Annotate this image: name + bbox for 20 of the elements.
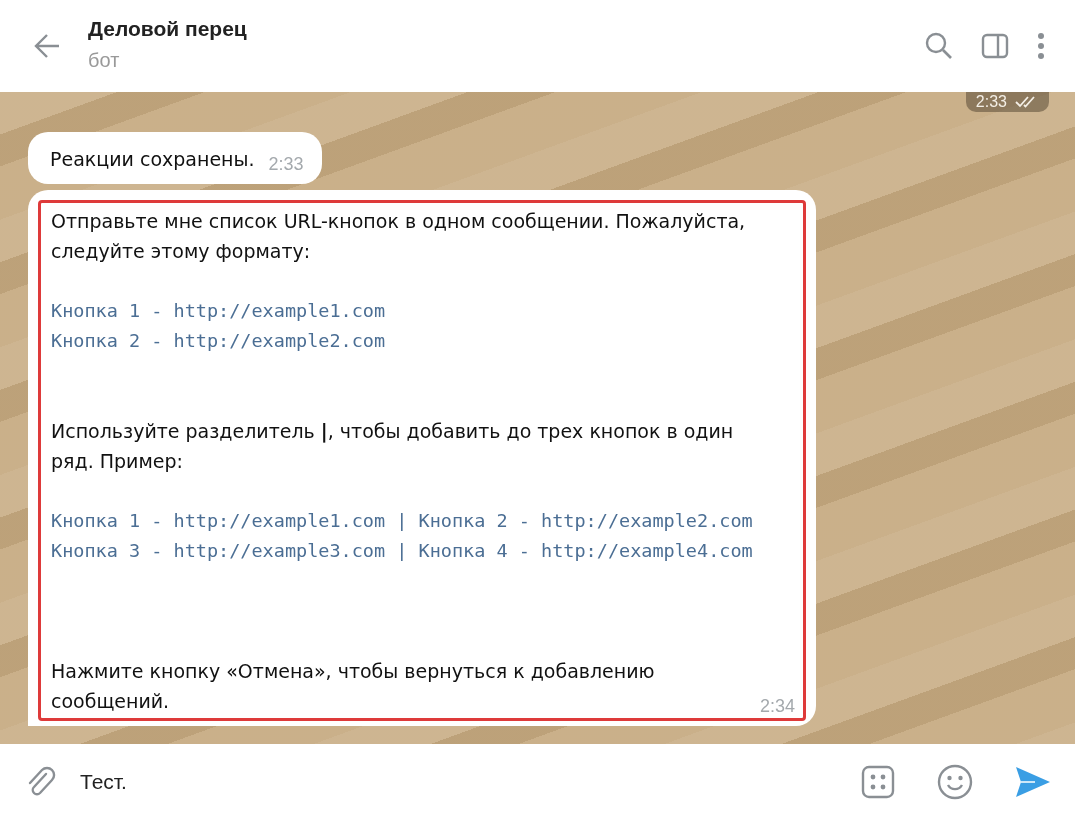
message-text: Отправьте мне список URL-кнопок в одном сообщении. Пожалуйста, следуйте этому формату: [51, 209, 747, 264]
message-text: Нажмите кнопку «Отмена», чтобы вернуться к добавлению сообщений. [51, 659, 656, 714]
search-icon[interactable] [925, 32, 953, 60]
message-text: Используйте разделитель |, чтобы добавить до трех кнопок в один ряд. Пример: [51, 419, 735, 474]
chat-subtitle: бот [88, 48, 121, 72]
chat-title: Деловой перец [88, 16, 247, 41]
code-line: Кнопка 2 - http://example2.com [51, 329, 387, 353]
smiley-icon[interactable] [937, 764, 973, 800]
message-time: 2:33 [268, 154, 304, 174]
send-icon[interactable] [1015, 766, 1051, 798]
code-line: Кнопка 3 - http://example3.com | Кнопка 4 - http://example4.com [51, 539, 754, 563]
message-time: 2:34 [759, 696, 795, 716]
code-line: Кнопка 1 - http://example1.com [51, 299, 387, 323]
message-text: Реакции сохранены. [50, 147, 255, 172]
sidebar-toggle-icon[interactable] [981, 33, 1009, 59]
code-line: Кнопка 1 - http://example1.com | Кнопка 2 - http://example2.com [51, 509, 754, 533]
message-time: 2:33 [975, 92, 1007, 112]
bot-commands-icon[interactable] [861, 765, 895, 799]
menu-icon[interactable] [1037, 32, 1045, 60]
message-input-field[interactable]: Тест. [80, 764, 839, 800]
